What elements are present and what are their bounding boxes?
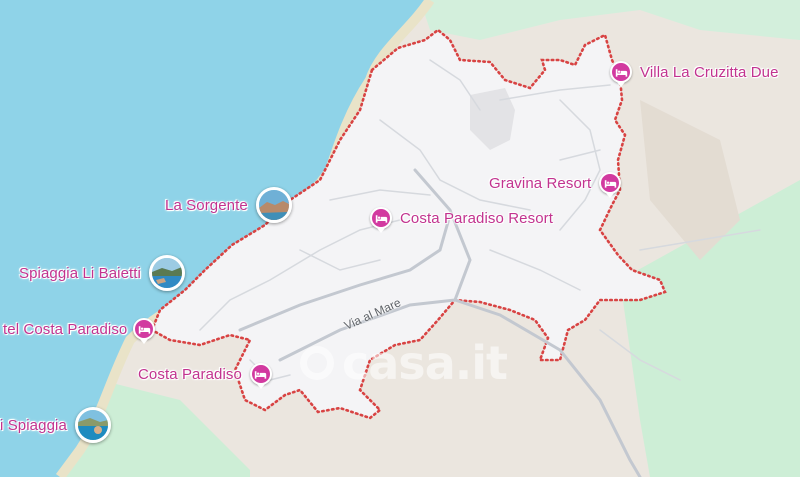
- hotel-icon: [599, 172, 622, 198]
- hotel-icon: [370, 207, 392, 233]
- place-pin-la-sorgente[interactable]: La Sorgente: [165, 187, 292, 223]
- hotel-pin-costa-paradiso[interactable]: Costa Paradiso: [138, 363, 272, 389]
- casa-it-watermark: casa.it: [300, 336, 508, 390]
- photo-thumbnail-icon: [148, 255, 185, 291]
- place-pin-spiaggia[interactable]: i Spiaggia: [0, 407, 111, 443]
- hotel-label: tel Costa Paradiso: [3, 320, 128, 338]
- watermark-text: casa.it: [342, 336, 508, 390]
- place-label: i Spiaggia: [0, 416, 67, 434]
- place-label: La Sorgente: [165, 196, 248, 214]
- hotel-pin-villa-la-cruzitta-due[interactable]: Villa La Cruzitta Due: [610, 61, 779, 87]
- hotel-icon: [133, 318, 156, 344]
- hotel-label: Gravina Resort: [489, 174, 592, 192]
- place-pin-spiaggia-li-baietti[interactable]: Spiaggia Li Baietti: [19, 255, 185, 291]
- hotel-label: Costa Paradiso: [138, 365, 242, 383]
- hotel-pin-gravina-resort[interactable]: Gravina Resort: [489, 172, 622, 198]
- place-label: Spiaggia Li Baietti: [19, 264, 141, 282]
- hotel-icon: [249, 363, 272, 389]
- map-view[interactable]: Via al Mare casa.it Villa La Cruzitta Du…: [0, 0, 800, 477]
- watermark-logo-icon: [300, 346, 334, 380]
- photo-thumbnail-icon: [255, 187, 292, 223]
- hotel-pin-costa-paradiso-resort[interactable]: Costa Paradiso Resort: [370, 207, 554, 233]
- hotel-pin-tel-costa-paradiso[interactable]: tel Costa Paradiso: [3, 318, 156, 344]
- hotel-label: Villa La Cruzitta Due: [640, 63, 779, 81]
- hotel-label: Costa Paradiso Resort: [400, 209, 554, 227]
- photo-thumbnail-icon: [74, 407, 111, 443]
- hotel-icon: [610, 61, 632, 87]
